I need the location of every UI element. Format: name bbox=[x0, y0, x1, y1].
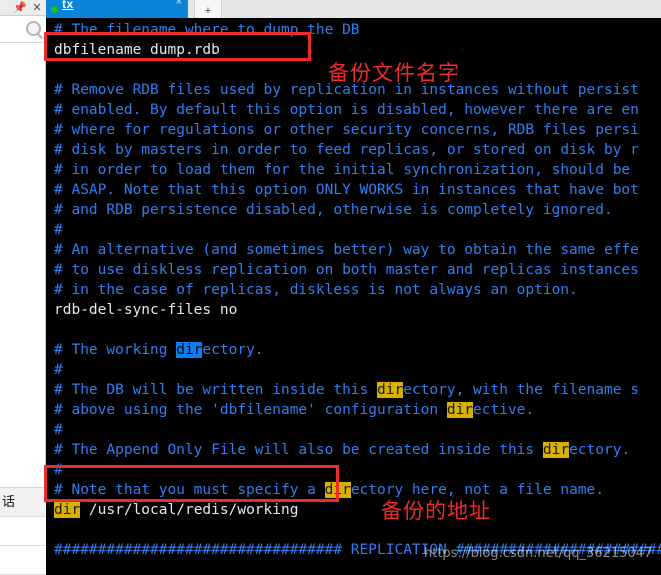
code-line: # The Append Only File will also be crea… bbox=[54, 442, 631, 458]
text-editor-window: tx × + # The filename where to dump the … bbox=[46, 0, 661, 575]
code-line: # bbox=[54, 362, 63, 378]
code-line: # An alternative (and sometimes better) … bbox=[54, 242, 639, 258]
code-line: # and RDB persistence disabled, otherwis… bbox=[54, 202, 613, 218]
left-panel-list: 话 bbox=[0, 487, 46, 575]
search-match: dir bbox=[377, 382, 404, 398]
code-line: # The DB will be written inside this dir… bbox=[54, 382, 639, 398]
search-match: dir bbox=[54, 502, 81, 518]
code-line: # where for regulations or other securit… bbox=[54, 122, 639, 138]
tab-config-file[interactable]: tx × bbox=[46, 0, 188, 18]
screenshot-root: 📌 ✕ 话 tx × + # The filename where to dum… bbox=[0, 0, 661, 575]
new-tab-button[interactable]: + bbox=[194, 0, 222, 18]
code-line: # in order to load them for the initial … bbox=[54, 162, 631, 178]
code-line: # bbox=[54, 222, 63, 238]
search-match: dir bbox=[542, 442, 570, 458]
editor-tab-bar: tx × + bbox=[46, 0, 661, 18]
tab-label: tx bbox=[62, 0, 74, 11]
code-line: ################################# REPLIC… bbox=[54, 542, 661, 558]
search-match: dir bbox=[324, 482, 351, 498]
code-line: # bbox=[54, 462, 63, 478]
code-line: dbfilename dump.rdb bbox=[54, 42, 220, 58]
code-line: # above using the 'dbfilename' configura… bbox=[54, 402, 535, 418]
code-line: # to use diskless replication on both ma… bbox=[54, 262, 639, 278]
code-text-area[interactable]: # The filename where to dump the DB dbfil… bbox=[46, 18, 661, 575]
code-line: # disk by masters in order to feed repli… bbox=[54, 142, 639, 158]
code-line: # The working directory. bbox=[54, 342, 264, 358]
modified-dot-icon bbox=[51, 5, 58, 13]
code-line: # Note that you must specify a directory… bbox=[54, 482, 604, 498]
pin-icon[interactable]: 📌 bbox=[13, 1, 27, 15]
selected-match: dir bbox=[176, 342, 203, 358]
left-side-panel: 📌 ✕ 话 bbox=[0, 0, 46, 575]
list-item[interactable] bbox=[0, 517, 46, 546]
left-panel-search-row[interactable] bbox=[0, 16, 46, 43]
left-panel-titlebar: 📌 ✕ bbox=[0, 0, 46, 16]
code-line: rdb-del-sync-files no bbox=[54, 302, 238, 318]
code-line: # The filename where to dump the DB bbox=[54, 22, 360, 38]
code-line: # bbox=[54, 422, 63, 438]
tab-close-icon[interactable]: × bbox=[176, 0, 182, 8]
list-item[interactable]: 话 bbox=[0, 488, 46, 517]
search-icon[interactable] bbox=[26, 21, 41, 36]
code-line: # Remove RDB files used by replication i… bbox=[54, 82, 639, 98]
code-line: # enabled. By default this option is dis… bbox=[54, 102, 639, 118]
code-line: # in the case of replicas, diskless is n… bbox=[54, 282, 578, 298]
list-item[interactable] bbox=[0, 546, 46, 575]
code-line: dir /usr/local/redis/working bbox=[54, 502, 299, 518]
close-icon[interactable]: ✕ bbox=[30, 1, 44, 15]
code-line: # ASAP. Note that this option ONLY WORKS… bbox=[54, 182, 639, 198]
search-match: dir bbox=[446, 402, 474, 418]
